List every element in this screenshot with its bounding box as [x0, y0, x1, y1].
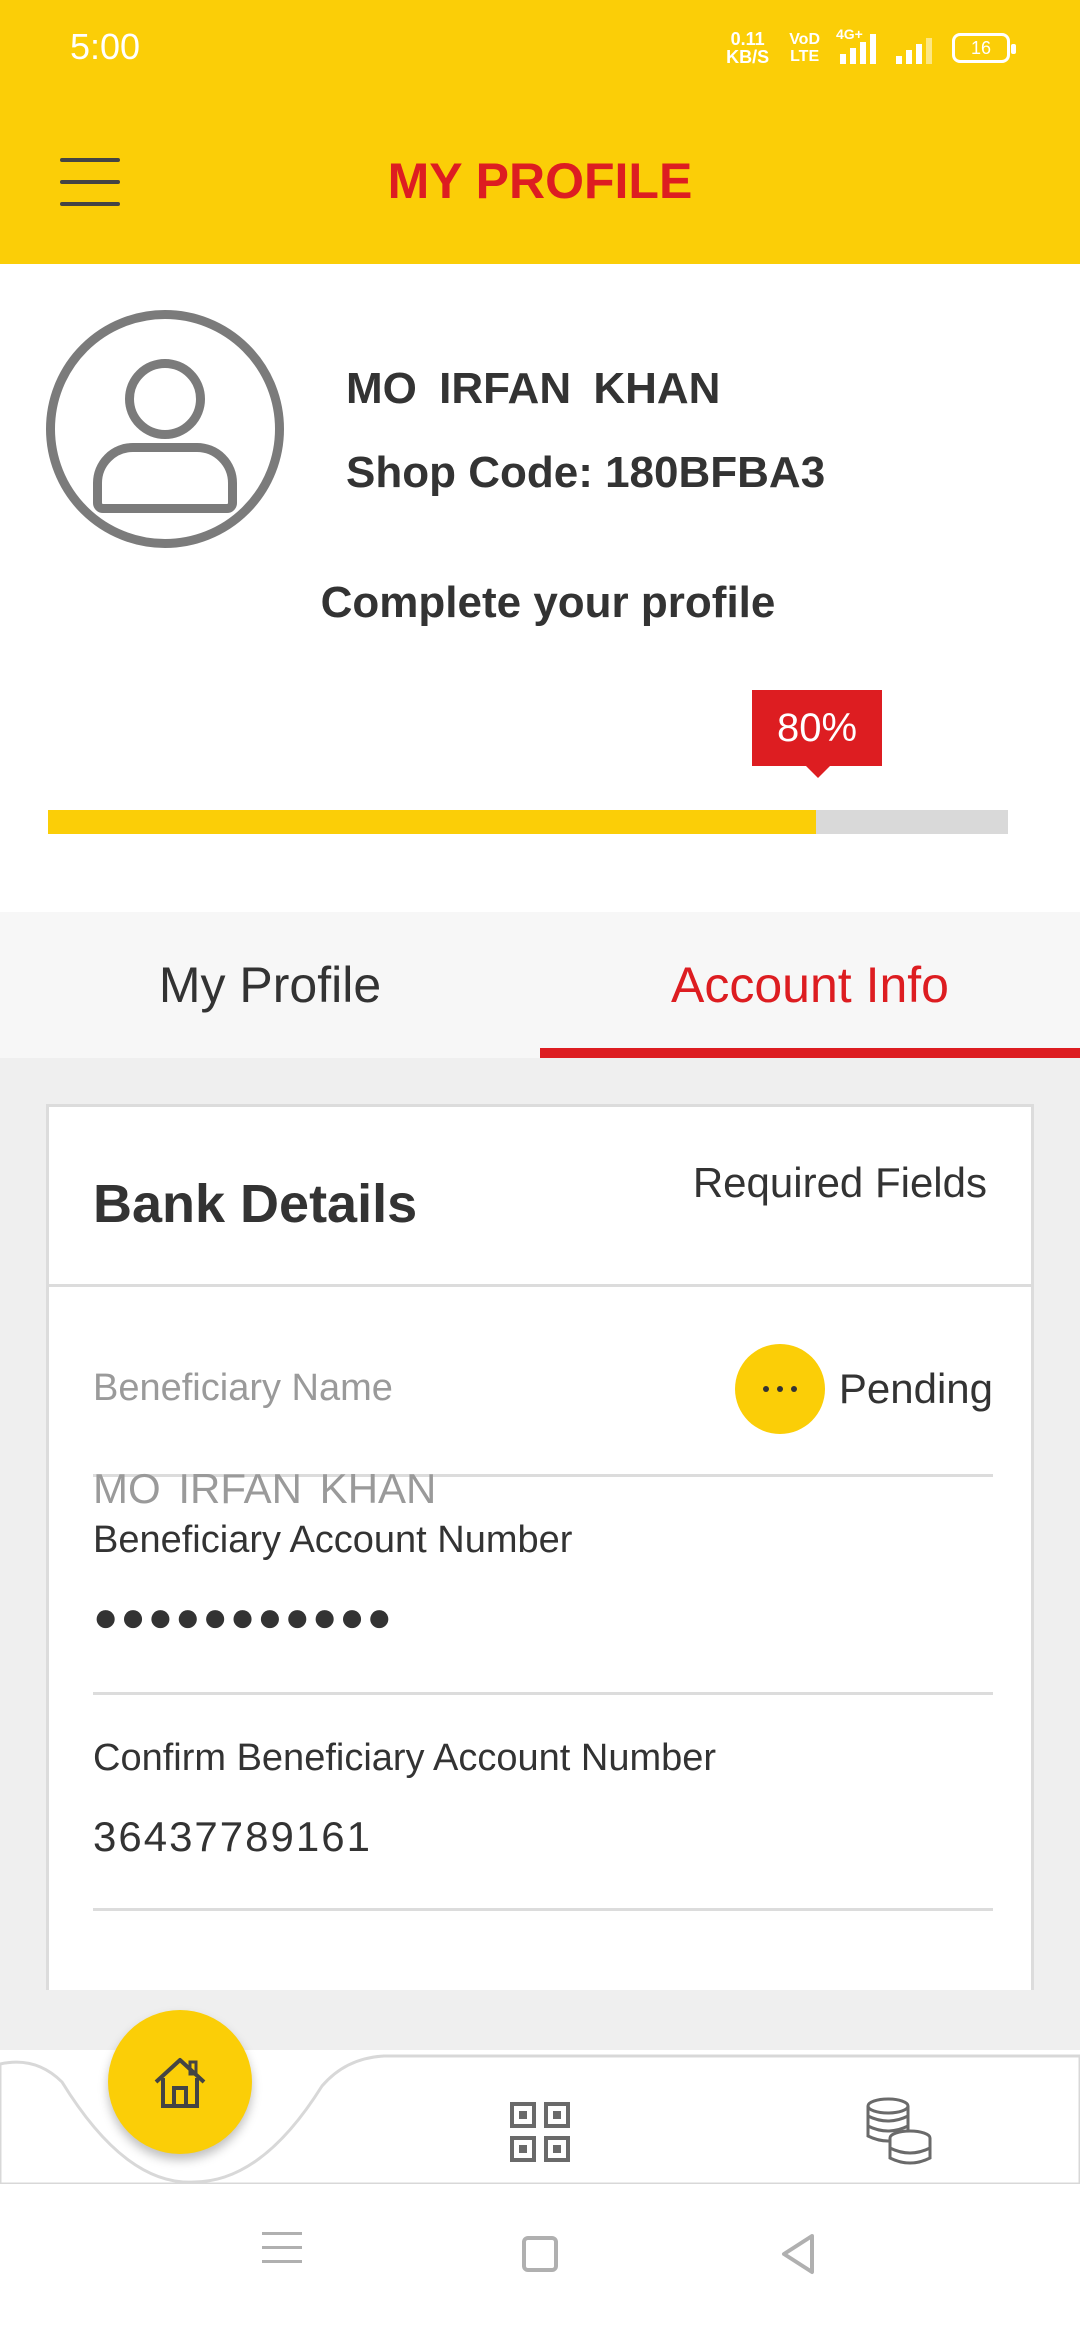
status-bar: 5:00 0.11 KB/S VoD LTE 4G+ 16: [0, 0, 1080, 96]
app-header: MY PROFILE: [0, 96, 1080, 264]
recent-apps-icon[interactable]: [262, 2232, 302, 2274]
beneficiary-name-field[interactable]: Beneficiary Name MO IRFAN KHAN Pending: [93, 1297, 993, 1512]
tab-my-profile[interactable]: My Profile: [0, 912, 540, 1058]
volte-top-label: VoD: [789, 31, 820, 48]
bank-details-title: Bank Details: [93, 1174, 418, 1234]
volte-bottom-label: LTE: [790, 48, 820, 65]
battery-level: 16: [970, 38, 992, 58]
back-triangle-icon[interactable]: [778, 2232, 818, 2276]
profile-progress-fill: [48, 810, 816, 834]
shop-code: Shop Code: 180BFBA3: [346, 448, 826, 497]
home-button[interactable]: [108, 2010, 252, 2154]
pending-icon: [734, 1344, 825, 1434]
status-icons: 0.11 KB/S VoD LTE 4G+ 16: [726, 26, 1016, 70]
beneficiary-account-number-value[interactable]: ●●●●●●●●●●●: [93, 1593, 394, 1641]
beneficiary-name-label: Beneficiary Name: [93, 1367, 393, 1409]
active-tab-indicator: [540, 1048, 1080, 1058]
home-square-icon[interactable]: [522, 2236, 558, 2272]
user-avatar-icon: [46, 310, 284, 548]
confirm-account-number-field[interactable]: Confirm Beneficiary Account Number 36437…: [93, 1695, 993, 1911]
signal-4g-icon: 4G+: [836, 26, 876, 64]
battery-icon: 16: [952, 33, 1016, 63]
required-fields-label: Required Fields: [692, 1159, 987, 1206]
beneficiary-account-number-field[interactable]: Beneficiary Account Number ●●●●●●●●●●●: [93, 1477, 993, 1695]
volte-icon: VoD LTE: [789, 31, 820, 65]
profile-progress-bar: [48, 810, 1008, 834]
pending-status: Pending: [734, 1341, 993, 1437]
network-speed-unit: KB/S: [726, 47, 770, 67]
home-icon: [154, 2058, 206, 2108]
tab-account-info[interactable]: Account Info: [540, 912, 1080, 1058]
user-name: MO IRFAN KHAN: [346, 364, 721, 413]
network-type-label: 4G+: [836, 26, 863, 42]
network-speed-value: 0.11: [730, 29, 765, 49]
signal-icon: [896, 32, 932, 64]
progress-percent-badge: 80%: [752, 690, 882, 778]
complete-profile-title: Complete your profile: [320, 578, 776, 627]
network-speed: 0.11 KB/S: [726, 30, 769, 66]
bank-details-card: Bank Details Required Fields Beneficiary…: [46, 1104, 1034, 2004]
system-navigation-bar: [0, 2184, 1080, 2340]
pending-status-text: Pending: [838, 1365, 993, 1412]
beneficiary-account-number-label: Beneficiary Account Number: [93, 1519, 573, 1561]
status-time: 5:00: [70, 26, 141, 67]
confirm-account-number-value[interactable]: 36437789161: [93, 1813, 372, 1861]
confirm-account-number-label: Confirm Beneficiary Account Number: [93, 1737, 717, 1779]
page-title: MY PROFILE: [387, 153, 693, 209]
bank-details-header: Bank Details Required Fields: [49, 1107, 1031, 1287]
qr-code-icon[interactable]: [508, 2100, 572, 2164]
coins-icon[interactable]: [864, 2096, 934, 2166]
profile-tabs: My Profile Account Info: [0, 912, 1080, 1058]
